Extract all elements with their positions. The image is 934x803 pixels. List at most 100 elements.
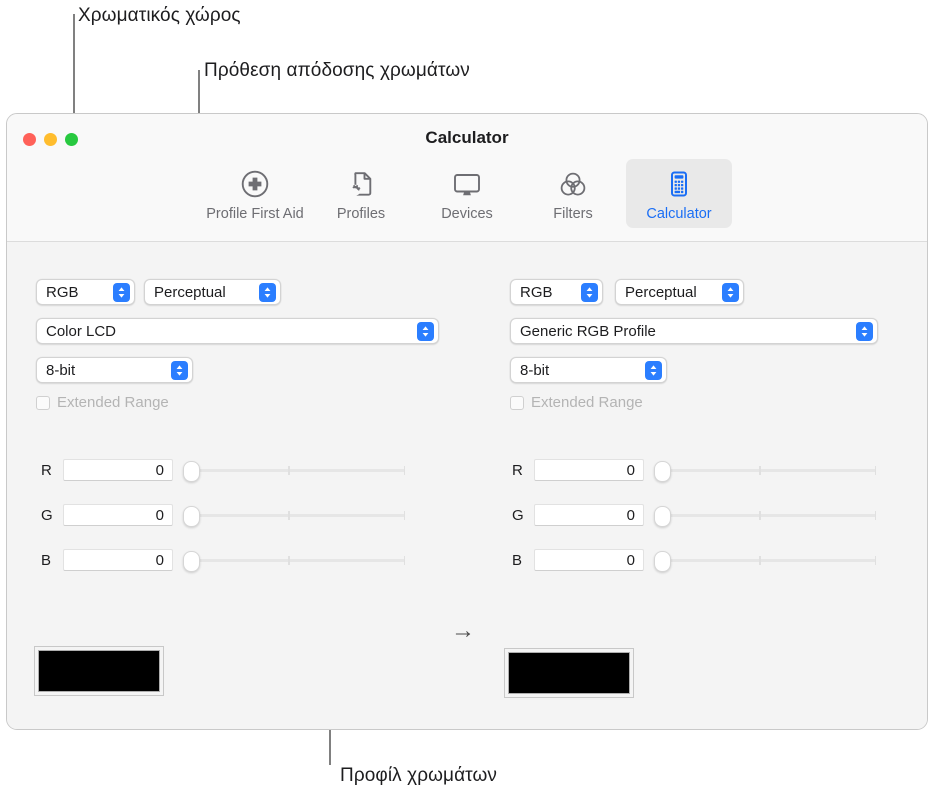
source-channel-input-r[interactable]: 0 <box>63 459 173 481</box>
source-channel-slider-g[interactable] <box>183 504 405 527</box>
slider-tick <box>874 511 876 520</box>
target-rendering-intent-value: Perceptual <box>625 283 697 301</box>
target-channel-slider-g[interactable] <box>654 504 876 527</box>
calculator-window: Calculator Profile First Aid Profiles De… <box>6 113 928 730</box>
target-profile-select[interactable]: Generic RGB Profile <box>510 318 878 344</box>
target-panel: RGB Perceptual Generic RGB Profile 8-bit… <box>474 242 927 729</box>
source-color-space-select[interactable]: RGB <box>36 279 135 305</box>
window-title: Calculator <box>425 128 509 147</box>
toolbar-item-label: Profile First Aid <box>206 206 304 222</box>
chevron-up-down-icon <box>645 360 662 380</box>
chevron-up-down-icon <box>171 360 188 380</box>
annotation-color-space-label: Χρωματικός χώρος <box>78 5 241 26</box>
target-extended-range-label: Extended Range <box>531 394 643 411</box>
source-color-swatch[interactable] <box>38 650 160 692</box>
document-gear-icon <box>346 167 376 201</box>
source-profile-value: Color LCD <box>46 322 117 340</box>
source-channel-input-b[interactable]: 0 <box>63 549 173 571</box>
toolbar-item-devices[interactable]: Devices <box>414 159 520 228</box>
slider-tick <box>759 511 761 520</box>
source-extended-range-label: Extended Range <box>57 394 169 411</box>
source-color-space-value: RGB <box>46 283 79 301</box>
annotation-rendering-intent-label: Πρόθεση απόδοσης χρωμάτων <box>204 60 470 81</box>
chevron-up-down-icon <box>722 282 739 302</box>
slider-tick <box>874 556 876 565</box>
slider-track <box>660 514 876 517</box>
target-color-swatch <box>508 652 630 694</box>
source-rendering-intent-select[interactable]: Perceptual <box>144 279 281 305</box>
source-channel-row-b: B 0 <box>41 548 405 572</box>
slider-tick <box>403 511 405 520</box>
source-bit-depth-value: 8-bit <box>46 361 76 379</box>
target-extended-range-checkbox[interactable]: Extended Range <box>510 394 643 411</box>
toolbar-item-label: Profiles <box>336 206 386 222</box>
slider-track <box>189 559 405 562</box>
target-color-space-select[interactable]: RGB <box>510 279 603 305</box>
source-panel: RGB Perceptual Color LCD 8-bit Extended … <box>7 242 474 729</box>
three-circles-venn-icon <box>558 167 588 201</box>
chevron-up-down-icon <box>581 282 598 302</box>
chevron-up-down-icon <box>417 321 434 341</box>
target-channel-input-g[interactable]: 0 <box>534 504 644 526</box>
target-bit-depth-select[interactable]: 8-bit <box>510 357 667 383</box>
slider-knob[interactable] <box>183 506 200 527</box>
checkbox-box-icon <box>510 395 524 410</box>
slider-knob[interactable] <box>183 461 200 482</box>
slider-tick <box>288 466 290 475</box>
checkbox-box-icon <box>36 395 50 410</box>
source-channel-row-g: G 0 <box>41 503 405 527</box>
toolbar-item-filters[interactable]: Filters <box>520 159 626 228</box>
slider-tick <box>403 556 405 565</box>
annotation-color-profile-label: Προφίλ χρωμάτων <box>340 765 498 786</box>
toolbar-item-profile-first-aid[interactable]: Profile First Aid <box>202 159 308 228</box>
slider-track <box>189 469 405 472</box>
source-channel-row-r: R 0 <box>41 458 405 482</box>
chevron-up-down-icon <box>856 321 873 341</box>
toolbar-item-profiles[interactable]: Profiles <box>308 159 414 228</box>
target-channel-row-r: R 0 <box>512 458 876 482</box>
slider-tick <box>874 466 876 475</box>
target-channel-label-r: R <box>512 461 523 479</box>
slider-tick <box>288 556 290 565</box>
source-extended-range-checkbox[interactable]: Extended Range <box>36 394 169 411</box>
slider-tick <box>288 511 290 520</box>
source-channel-label-g: G <box>41 506 53 524</box>
target-channel-input-r[interactable]: 0 <box>534 459 644 481</box>
target-channel-label-b: B <box>512 551 523 569</box>
source-bit-depth-select[interactable]: 8-bit <box>36 357 193 383</box>
slider-tick <box>759 556 761 565</box>
target-channel-row-g: G 0 <box>512 503 876 527</box>
slider-track <box>660 559 876 562</box>
source-channel-slider-r[interactable] <box>183 459 405 482</box>
toolbar-item-calculator[interactable]: Calculator <box>626 159 732 228</box>
toolbar-item-label: Calculator <box>646 206 712 222</box>
target-profile-value: Generic RGB Profile <box>520 322 656 340</box>
target-rendering-intent-select[interactable]: Perceptual <box>615 279 744 305</box>
first-aid-circle-plus-icon <box>240 167 270 201</box>
source-channel-input-g[interactable]: 0 <box>63 504 173 526</box>
target-channel-input-b[interactable]: 0 <box>534 549 644 571</box>
toolbar: Profile First Aid Profiles Devices Filte… <box>7 159 927 228</box>
target-channel-row-b: B 0 <box>512 548 876 572</box>
calculator-body: RGB Perceptual Color LCD 8-bit Extended … <box>7 242 927 729</box>
source-channel-slider-b[interactable] <box>183 549 405 572</box>
slider-tick <box>759 466 761 475</box>
target-channel-slider-r[interactable] <box>654 459 876 482</box>
slider-tick <box>403 466 405 475</box>
slider-knob[interactable] <box>654 461 671 482</box>
target-channel-label-g: G <box>512 506 524 524</box>
toolbar-item-label: Devices <box>441 206 493 222</box>
source-channel-label-b: B <box>41 551 52 569</box>
calculator-icon <box>664 167 694 201</box>
slider-knob[interactable] <box>183 551 200 572</box>
chevron-up-down-icon <box>113 282 130 302</box>
source-rendering-intent-value: Perceptual <box>154 283 226 301</box>
chevron-up-down-icon <box>259 282 276 302</box>
toolbar-item-label: Filters <box>553 206 593 222</box>
window-titlebar: Calculator Profile First Aid Profiles De… <box>7 114 927 242</box>
slider-knob[interactable] <box>654 506 671 527</box>
source-profile-select[interactable]: Color LCD <box>36 318 439 344</box>
slider-knob[interactable] <box>654 551 671 572</box>
target-channel-slider-b[interactable] <box>654 549 876 572</box>
display-monitor-icon <box>451 167 483 201</box>
